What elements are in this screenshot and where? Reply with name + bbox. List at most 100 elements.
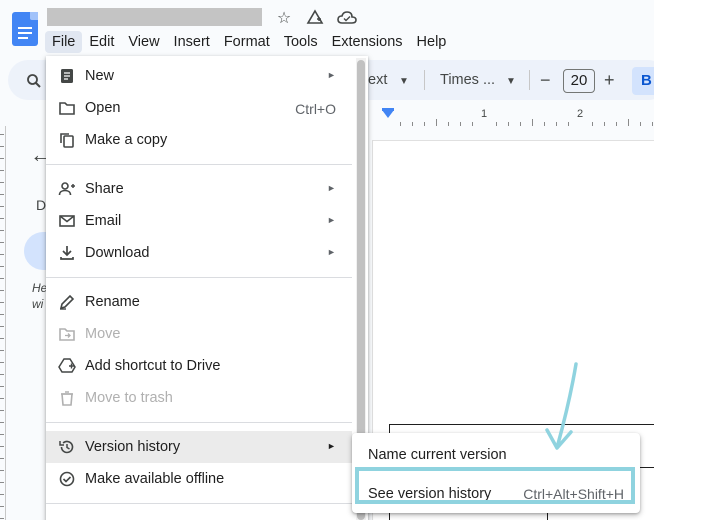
ruler-tick bbox=[460, 122, 461, 126]
trash-icon bbox=[61, 391, 73, 406]
menu-divider bbox=[46, 277, 352, 278]
ruler-tick bbox=[0, 194, 4, 195]
menu-item-move-to-trash: Move to trash bbox=[46, 382, 352, 414]
menu-item-label: Open bbox=[85, 100, 121, 116]
menu-item-email[interactable]: Email ► bbox=[46, 205, 352, 237]
submenu-arrow-icon: ► bbox=[327, 441, 336, 451]
menu-item-add-shortcut-to-drive[interactable]: Add shortcut to Drive bbox=[46, 350, 352, 382]
bold-button[interactable]: B bbox=[632, 67, 654, 95]
ruler-tick bbox=[0, 518, 4, 519]
folder-move-icon bbox=[59, 328, 75, 341]
drive-shortcut-icon bbox=[58, 358, 76, 373]
increase-font-size-button[interactable]: + bbox=[604, 70, 615, 91]
menu-item-make-available-offline[interactable]: Make available offline bbox=[46, 463, 352, 495]
menu-item-label: Make available offline bbox=[85, 471, 225, 487]
ruler-tick bbox=[532, 119, 533, 126]
menu-item-move: Move bbox=[46, 318, 352, 350]
menu-insert[interactable]: Insert bbox=[167, 31, 217, 53]
ruler-tick bbox=[0, 398, 4, 399]
menu-item-label: Download bbox=[85, 245, 150, 261]
menu-divider bbox=[46, 503, 352, 504]
submenu-item-label: Name current version bbox=[368, 447, 507, 463]
menu-item-download[interactable]: Download ► bbox=[46, 237, 352, 269]
star-icon[interactable]: ☆ bbox=[274, 8, 294, 28]
menu-item-label: New bbox=[85, 68, 115, 84]
ruler-tick bbox=[0, 206, 4, 207]
left-indent-handle[interactable] bbox=[382, 110, 394, 118]
submenu-item-name-current-version[interactable]: Name current version bbox=[352, 433, 640, 465]
menu-divider bbox=[46, 164, 352, 165]
ruler-tick bbox=[0, 410, 4, 411]
download-icon bbox=[60, 246, 74, 260]
ruler-tick bbox=[0, 254, 4, 255]
menu-tools[interactable]: Tools bbox=[277, 31, 325, 53]
ruler-tick bbox=[0, 446, 4, 447]
person-add-icon bbox=[58, 182, 75, 196]
ruler-tick bbox=[0, 314, 4, 315]
menu-item-rename[interactable]: Rename bbox=[46, 286, 352, 318]
search-menus-icon[interactable] bbox=[24, 71, 44, 91]
submenu-arrow-icon: ► bbox=[327, 70, 336, 80]
ruler-mark: 2 bbox=[577, 108, 584, 120]
menu-item-label: Move to trash bbox=[85, 390, 173, 406]
ruler-tick bbox=[628, 119, 629, 126]
ruler-tick bbox=[400, 122, 401, 126]
menu-edit[interactable]: Edit bbox=[82, 31, 121, 53]
menu-format[interactable]: Format bbox=[217, 31, 277, 53]
menu-item-new[interactable]: New ► bbox=[46, 60, 352, 92]
menu-bar: File Edit View Insert Format Tools Exten… bbox=[45, 31, 453, 53]
document-title-redacted[interactable] bbox=[47, 8, 262, 26]
menu-item-share[interactable]: Share ► bbox=[46, 173, 352, 205]
menu-item-label: Rename bbox=[85, 294, 140, 310]
ruler-tick bbox=[568, 122, 569, 126]
menu-item-label: Share bbox=[85, 181, 124, 197]
ruler-tick bbox=[0, 338, 4, 339]
ruler-tick bbox=[556, 122, 557, 126]
chevron-down-icon[interactable]: ▼ bbox=[506, 76, 516, 87]
menu-item-label: Make a copy bbox=[85, 132, 168, 148]
menu-item-make-a-copy[interactable]: Make a copy bbox=[46, 124, 352, 156]
font-size-input[interactable]: 20 bbox=[563, 69, 595, 93]
ruler-tick bbox=[0, 266, 4, 267]
menu-extensions[interactable]: Extensions bbox=[325, 31, 410, 53]
ruler-tick bbox=[592, 122, 593, 126]
cloud-status-icon[interactable] bbox=[337, 8, 357, 28]
menu-view[interactable]: View bbox=[121, 31, 166, 53]
ruler-tick bbox=[0, 374, 4, 375]
offline-check-icon bbox=[59, 471, 75, 487]
ruler-tick bbox=[0, 182, 4, 183]
ruler-tick bbox=[0, 494, 4, 495]
ruler-tick bbox=[0, 458, 4, 459]
move-to-drive-icon[interactable] bbox=[305, 8, 325, 28]
annotation-highlight-box bbox=[355, 467, 635, 504]
menu-item-open[interactable]: Open Ctrl+O bbox=[46, 92, 352, 124]
menu-file[interactable]: File bbox=[45, 31, 83, 53]
submenu-arrow-icon: ► bbox=[327, 247, 336, 257]
horizontal-ruler[interactable]: 1 2 bbox=[370, 108, 654, 126]
ruler-tick bbox=[448, 122, 449, 126]
copy-icon bbox=[60, 133, 74, 148]
ruler-tick bbox=[0, 302, 4, 303]
folder-icon bbox=[59, 102, 75, 115]
ruler-tick bbox=[0, 326, 4, 327]
ruler-tick bbox=[0, 242, 4, 243]
decrease-font-size-button[interactable]: − bbox=[540, 70, 551, 91]
paragraph-style-select[interactable]: ext bbox=[368, 72, 387, 88]
menu-item-label: Email bbox=[85, 213, 122, 229]
ruler-tick bbox=[472, 122, 473, 126]
font-family-select[interactable]: Times ... bbox=[440, 72, 495, 88]
docs-logo-icon[interactable] bbox=[12, 12, 38, 46]
ruler-tick bbox=[544, 122, 545, 126]
ruler-tick bbox=[0, 506, 4, 507]
menu-help[interactable]: Help bbox=[410, 31, 454, 53]
ruler-tick bbox=[616, 122, 617, 126]
menu-item-version-history[interactable]: Version history ► bbox=[46, 431, 352, 463]
chevron-down-icon[interactable]: ▼ bbox=[399, 76, 409, 87]
ruler-tick bbox=[0, 422, 4, 423]
toolbar-divider bbox=[529, 70, 530, 90]
ruler-tick bbox=[0, 230, 4, 231]
ruler-tick bbox=[0, 218, 4, 219]
ruler-tick bbox=[508, 122, 509, 126]
ruler-tick bbox=[652, 122, 653, 126]
ruler-tick bbox=[640, 122, 641, 126]
